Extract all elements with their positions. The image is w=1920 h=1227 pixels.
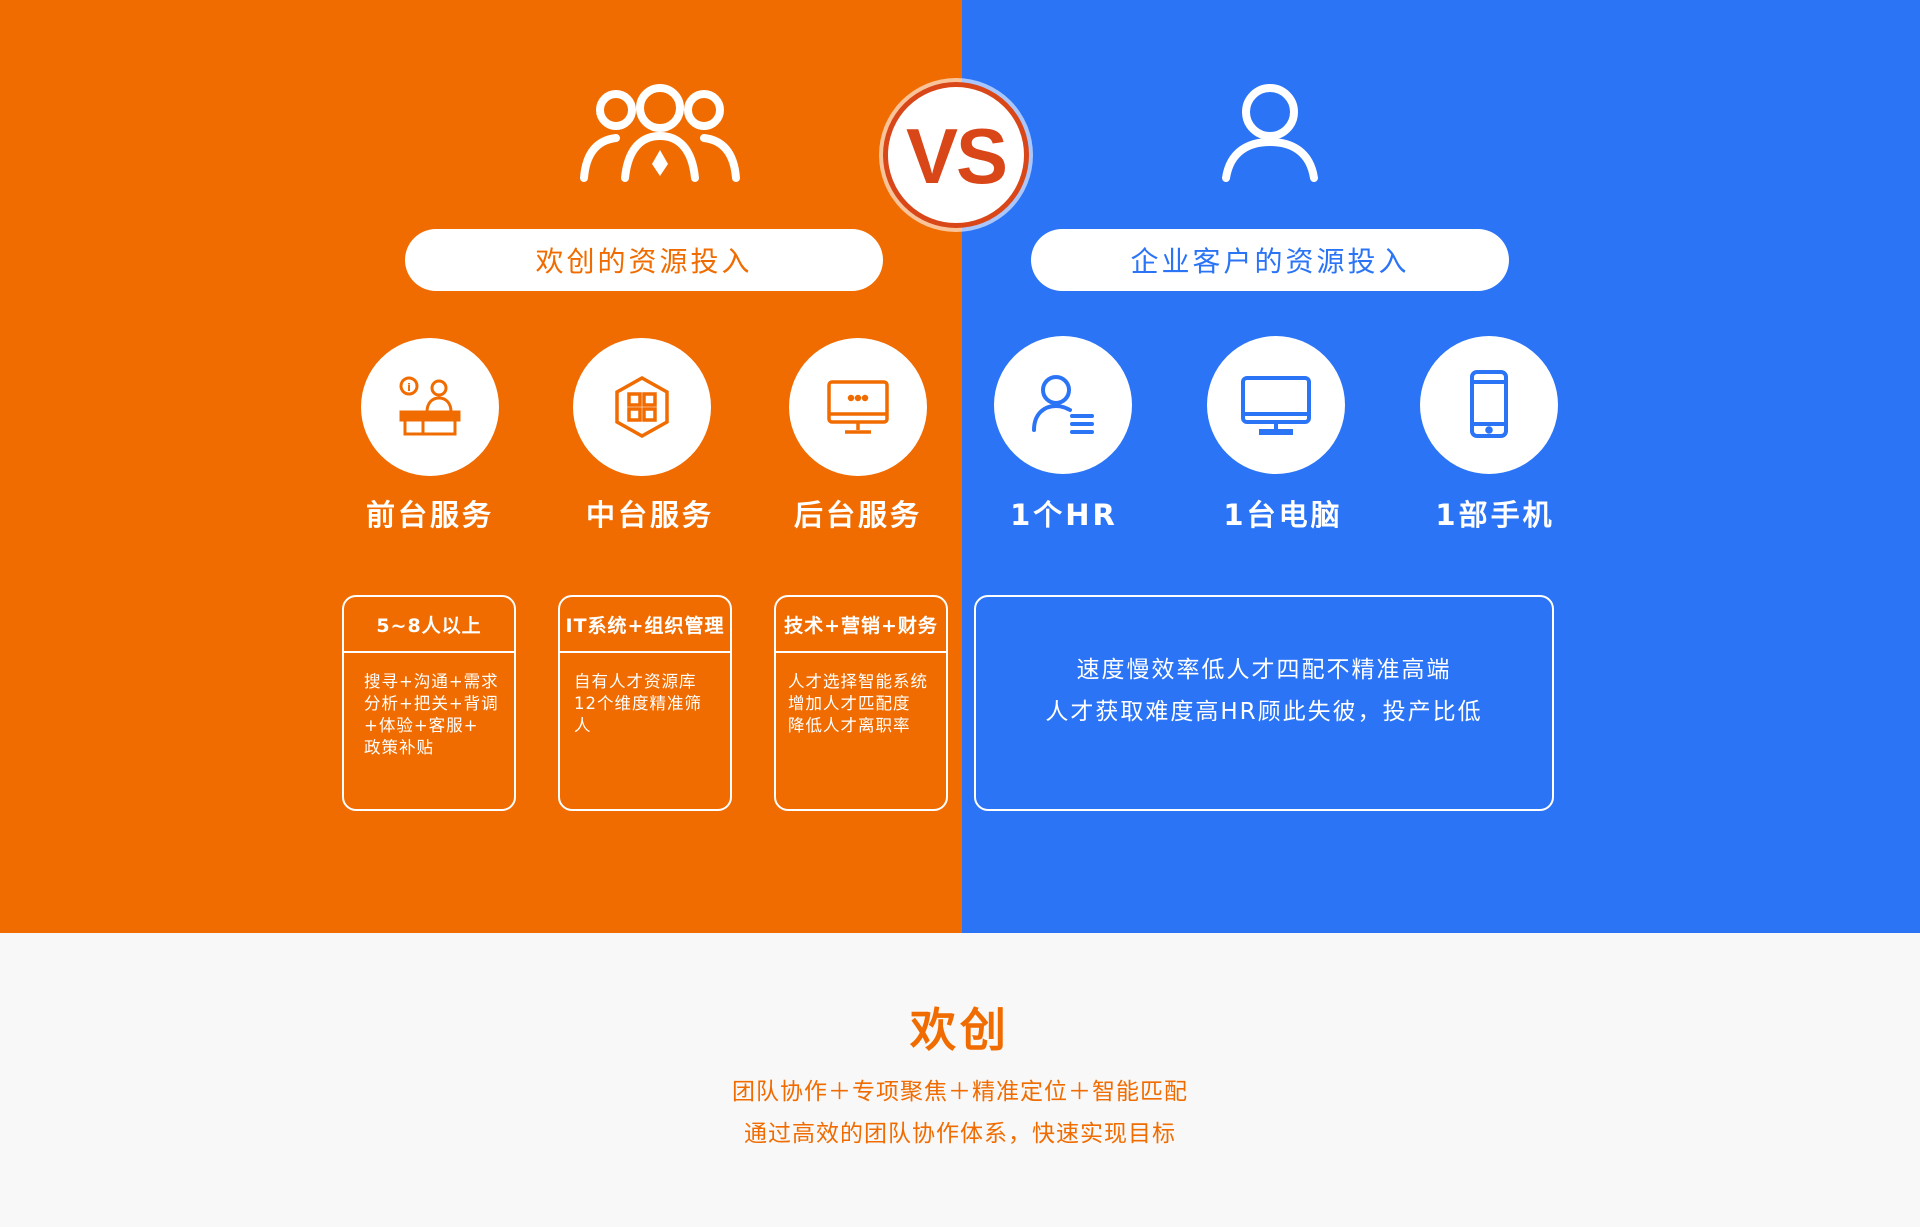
card-title: 5~8人以上 (344, 597, 514, 653)
hr-label: 1个HR (1010, 498, 1118, 532)
card-line: 搜寻+沟通+需求 (364, 672, 499, 691)
reception-desk-icon: i (399, 376, 461, 436)
back-office-item (789, 338, 927, 476)
card-line: 自有人才资源库 (574, 672, 697, 691)
brand-title: 欢创 (910, 1003, 1010, 1057)
right-title-pill: 企业客户的资源投入 (1031, 229, 1509, 291)
card-line: 降低人才离职率 (788, 716, 911, 735)
hr-item (994, 336, 1132, 474)
front-office-label: 前台服务 (365, 498, 494, 532)
front-office-item: i (361, 338, 499, 476)
card-body: 自有人才资源库 12个维度精准筛人 (560, 653, 730, 737)
middle-office-card: IT系统+组织管理 自有人才资源库 12个维度精准筛人 (558, 595, 732, 811)
computer-label: 1台电脑 (1223, 498, 1343, 532)
back-office-label: 后台服务 (793, 498, 922, 532)
card-body: 人才选择智能系统 增加人才匹配度 降低人才离职率 (776, 653, 946, 737)
svg-text:i: i (407, 381, 411, 394)
card-line: +体验+客服+ (364, 716, 479, 735)
vs-badge: VS (883, 82, 1029, 228)
left-title-pill: 欢创的资源投入 (405, 229, 883, 291)
grid-box-icon (615, 375, 669, 439)
card-title: IT系统+组织管理 (560, 597, 730, 653)
monitor-dots-icon (827, 380, 889, 434)
phone-label: 1部手机 (1435, 498, 1555, 532)
back-office-card: 技术+营销+财务 人才选择智能系统 增加人才匹配度 降低人才离职率 (774, 595, 948, 811)
card-line: 增加人才匹配度 (788, 694, 911, 713)
computer-item (1207, 336, 1345, 474)
phone-item (1420, 336, 1558, 474)
tagline-2: 通过高效的团队协作体系，快速实现目标 (744, 1121, 1176, 1147)
mobile-phone-icon (1470, 370, 1508, 438)
card-line: 人才选择智能系统 (788, 672, 928, 691)
card-line: 12个维度精准筛人 (574, 694, 702, 735)
card-line: 政策补贴 (364, 738, 434, 757)
team-icon (580, 84, 740, 182)
card-title: 技术+营销+财务 (776, 597, 946, 653)
card-line: 人才获取难度高HR顾此失彼，投产比低 (1045, 699, 1483, 725)
middle-office-label: 中台服务 (585, 498, 714, 532)
person-icon (1222, 84, 1318, 182)
hr-person-icon (1032, 375, 1094, 434)
card-line: 速度慢效率低人才四配不精准高端 (1076, 657, 1452, 683)
vs-label: VS (905, 111, 1008, 200)
card-line: 分析+把关+背调 (364, 694, 499, 713)
client-cost-card: 速度慢效率低人才四配不精准高端 人才获取难度高HR顾此失彼，投产比低 (974, 595, 1554, 811)
tagline-1: 团队协作＋专项聚焦＋精准定位＋智能匹配 (732, 1079, 1188, 1105)
card-body: 搜寻+沟通+需求 分析+把关+背调 +体验+客服+ 政策补贴 (344, 653, 514, 759)
middle-office-item (573, 338, 711, 476)
desktop-icon (1241, 376, 1311, 435)
card-body: 速度慢效率低人才四配不精准高端 人才获取难度高HR顾此失彼，投产比低 (1045, 649, 1482, 733)
front-office-card: 5~8人以上 搜寻+沟通+需求 分析+把关+背调 +体验+客服+ 政策补贴 (342, 595, 516, 811)
